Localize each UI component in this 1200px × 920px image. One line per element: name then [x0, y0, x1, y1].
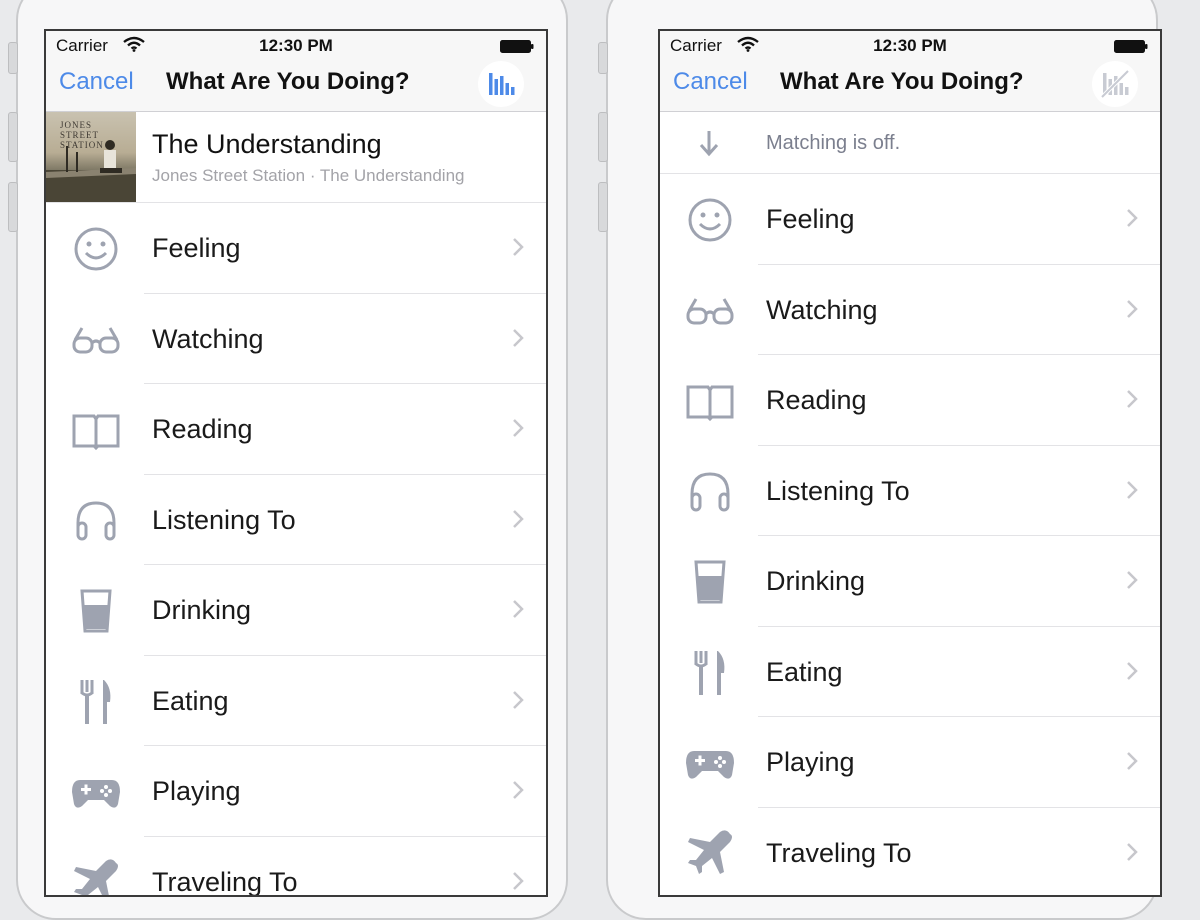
activity-label: Feeling	[766, 204, 855, 234]
activity-label: Reading	[152, 414, 253, 444]
mute-switch	[598, 42, 608, 74]
activity-label: Listening To	[766, 475, 910, 506]
chevron-right-icon	[513, 600, 524, 618]
gamepad-icon	[686, 751, 734, 779]
chevron-right-icon	[513, 419, 524, 437]
activity-label: Reading	[766, 385, 867, 415]
volume-up-button	[8, 112, 18, 162]
cup-icon	[80, 589, 112, 633]
chevron-right-icon	[1127, 390, 1138, 408]
book-icon	[72, 414, 120, 451]
activity-label: Traveling To	[766, 837, 912, 868]
battery-icon	[500, 40, 534, 53]
activity-label: Eating	[152, 685, 229, 716]
activity-label: Drinking	[766, 566, 866, 596]
sound-bars-off-icon	[1100, 69, 1130, 99]
activity-row-drinking[interactable]: Drinking	[660, 536, 1160, 627]
cup-icon	[694, 560, 726, 604]
music-matching-button[interactable]	[478, 61, 524, 107]
status-bar: Carrier 12:30 PM	[660, 31, 1160, 55]
activity-row-watching[interactable]: Watching	[46, 294, 546, 385]
chevron-right-icon	[513, 238, 524, 256]
smiley-icon	[74, 227, 118, 271]
status-bar: Carrier 12:30 PM	[46, 31, 546, 55]
chevron-right-icon	[513, 328, 524, 347]
chevron-right-icon	[1127, 752, 1138, 770]
chevron-right-icon	[1127, 209, 1138, 227]
matching-off-row: Matching is off.	[660, 112, 1160, 174]
headphones-icon	[690, 471, 730, 511]
activity-row-listening[interactable]: Listening To	[46, 475, 546, 566]
airplane-icon	[74, 858, 118, 895]
activity-label: Watching	[152, 323, 264, 354]
headphones-icon	[76, 500, 116, 540]
chevron-right-icon	[513, 509, 524, 528]
activity-row-listening[interactable]: Listening To	[660, 446, 1160, 537]
chevron-right-icon	[1127, 299, 1138, 318]
cancel-button[interactable]: Cancel	[59, 68, 134, 96]
now-playing-row[interactable]: JONES STREET STATION The Understanding J…	[46, 112, 546, 203]
track-subtitle: Jones Street Station · The Understanding	[152, 166, 465, 185]
chevron-right-icon	[513, 690, 524, 709]
volume-down-button	[598, 182, 608, 232]
activity-row-playing[interactable]: Playing	[660, 717, 1160, 808]
activity-row-eating[interactable]: Eating	[660, 627, 1160, 718]
matching-off-text: Matching is off.	[766, 132, 901, 154]
page-title: What Are You Doing?	[166, 68, 410, 95]
activity-label: Listening To	[152, 504, 296, 535]
activity-row-feeling[interactable]: Feeling	[46, 203, 546, 294]
book-icon	[686, 385, 734, 422]
chevron-right-icon	[1127, 842, 1138, 861]
activity-row-reading[interactable]: Reading	[46, 384, 546, 475]
chevron-right-icon	[1127, 661, 1138, 680]
battery-icon	[1114, 40, 1148, 53]
volume-down-button	[8, 182, 18, 232]
screen-right: Carrier 12:30 PM Cancel What Are You Doi…	[658, 29, 1162, 897]
screen-left: Carrier 12:30 PM Cancel What Are You Doi…	[44, 29, 548, 897]
sound-bars-icon	[489, 73, 515, 95]
activity-row-feeling[interactable]: Feeling	[660, 174, 1160, 265]
activity-label: Playing	[152, 776, 241, 806]
album-art-figure	[46, 140, 136, 202]
mute-switch	[8, 42, 18, 74]
activity-row-playing[interactable]: Playing	[46, 746, 546, 837]
airplane-icon	[688, 829, 732, 874]
activity-row-reading[interactable]: Reading	[660, 355, 1160, 446]
glasses-icon	[72, 326, 120, 353]
activity-row-traveling[interactable]: Traveling To	[660, 808, 1160, 896]
activity-label: Feeling	[152, 233, 241, 263]
activity-row-watching[interactable]: Watching	[660, 265, 1160, 356]
cancel-button[interactable]: Cancel	[673, 68, 748, 96]
status-time: 12:30 PM	[259, 36, 333, 55]
activity-label: Traveling To	[152, 866, 298, 897]
track-title: The Understanding	[152, 129, 382, 159]
fork-knife-icon	[693, 650, 725, 695]
album-art: JONES STREET STATION	[46, 112, 136, 202]
smiley-icon	[688, 198, 732, 242]
activity-list: Feeling Watching Reading Listening To Dr…	[46, 203, 546, 897]
activity-label: Watching	[766, 294, 878, 325]
activity-label: Drinking	[152, 595, 252, 625]
chevron-right-icon	[513, 781, 524, 799]
volume-up-button	[598, 112, 608, 162]
navigation-bar: Cancel What Are You Doing?	[660, 55, 1160, 112]
activity-row-eating[interactable]: Eating	[46, 656, 546, 747]
activity-list: Feeling Watching Reading Listening To Dr…	[660, 174, 1160, 896]
status-time: 12:30 PM	[873, 36, 947, 55]
page-title: What Are You Doing?	[780, 68, 1024, 95]
gamepad-icon	[72, 780, 120, 808]
fork-knife-icon	[79, 679, 111, 724]
navigation-bar: Cancel What Are You Doing?	[46, 55, 546, 112]
chevron-right-icon	[513, 871, 524, 890]
activity-label: Eating	[766, 656, 843, 687]
glasses-icon	[686, 297, 734, 324]
activity-label: Playing	[766, 747, 855, 777]
chevron-right-icon	[1127, 571, 1138, 589]
activity-row-traveling[interactable]: Traveling To	[46, 837, 546, 897]
arrow-down-icon	[699, 131, 719, 157]
activity-row-drinking[interactable]: Drinking	[46, 565, 546, 656]
music-matching-button[interactable]	[1092, 61, 1138, 107]
chevron-right-icon	[1127, 480, 1138, 499]
